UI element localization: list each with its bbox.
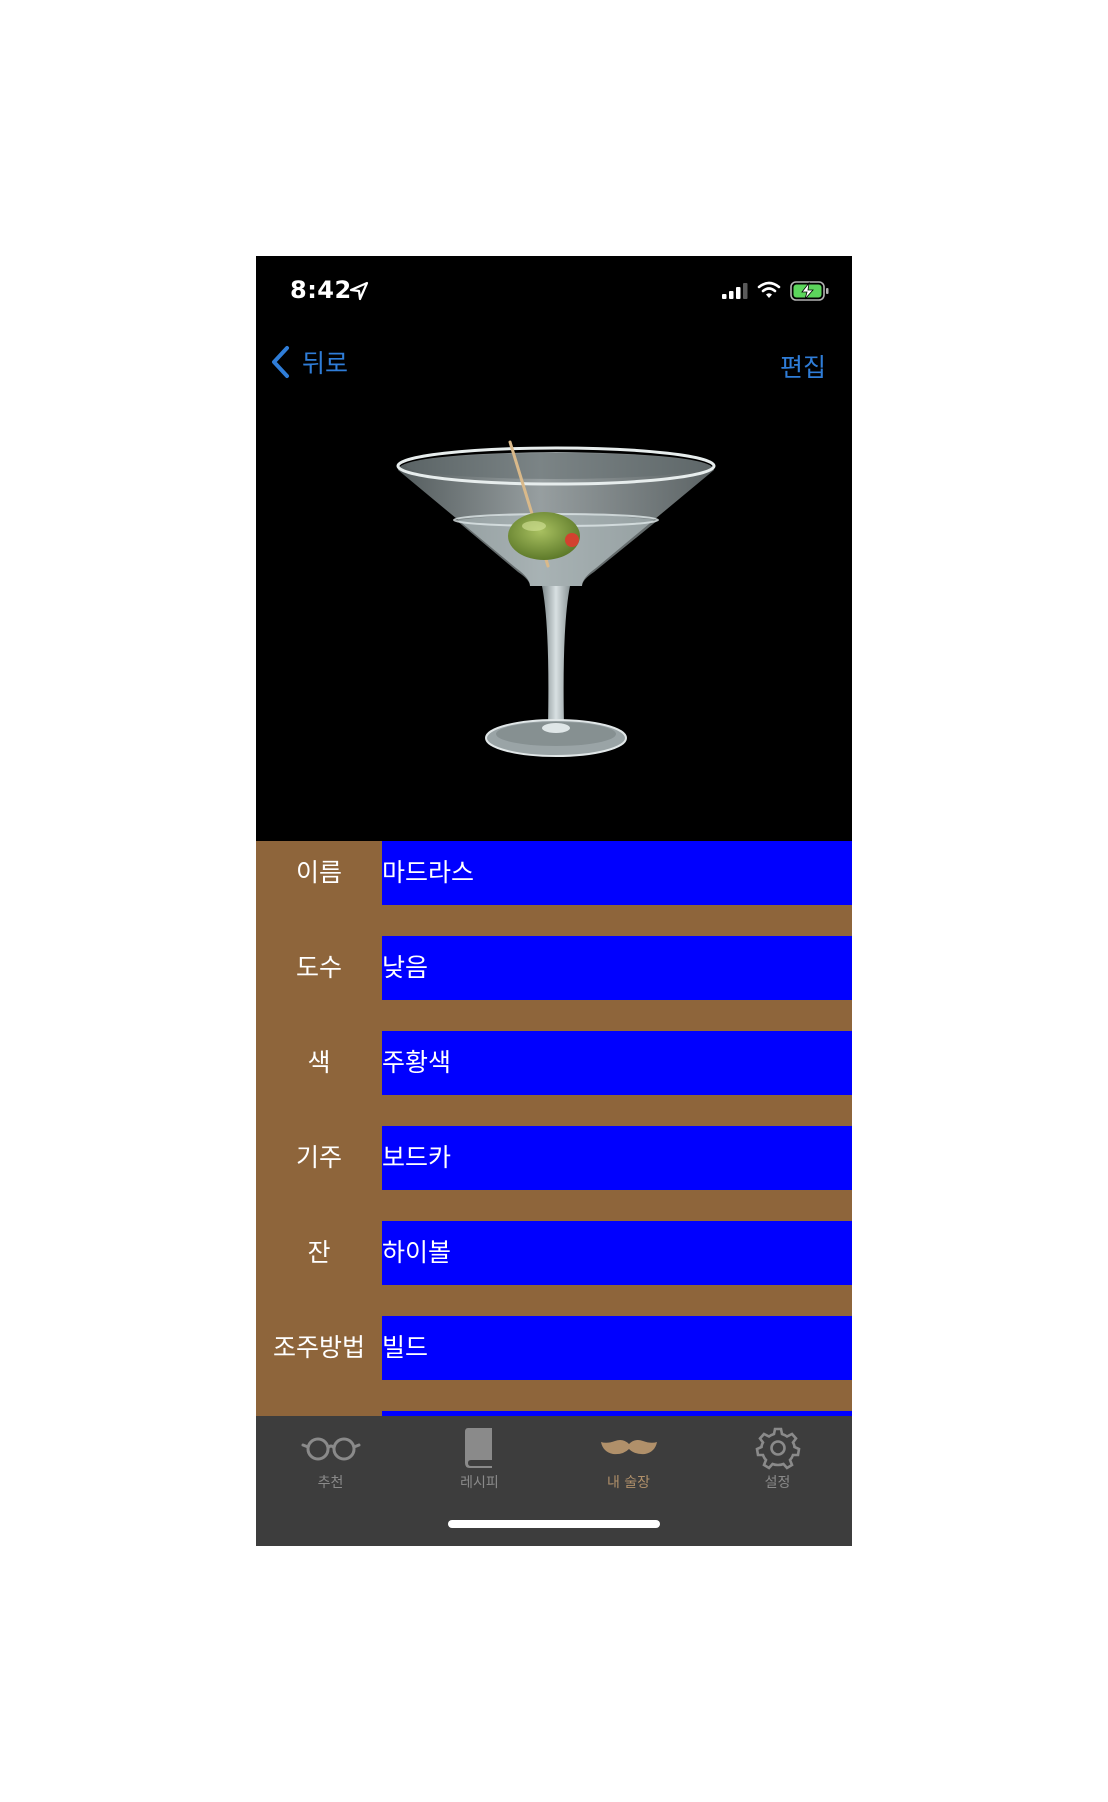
back-button[interactable]: 뒤로: [270, 342, 348, 382]
status-bar: 8:42: [256, 256, 852, 326]
app-screen: 8:42 뒤로 편집 이름 마드라스 도수 낮음 색 주황색 기주 보드카 잔 …: [256, 256, 852, 1546]
tab-label: 추천: [317, 1475, 344, 1491]
detail-value-field[interactable]: 낮음: [382, 936, 852, 1000]
tab-recommend[interactable]: 추천: [256, 1424, 405, 1504]
chevron-left-icon: [272, 346, 289, 378]
cellular-signal-icon: [722, 283, 748, 299]
cocktail-glass-image: [396, 440, 716, 757]
glasses-icon: [301, 1437, 360, 1461]
detail-value-field[interactable]: 마드라스: [382, 841, 852, 905]
detail-row-strength: 도수 낮음: [256, 936, 852, 1000]
detail-value-field[interactable]: 보드카: [382, 1126, 852, 1190]
wifi-icon: [757, 281, 781, 298]
location-arrow-icon: [349, 281, 369, 301]
tab-label: 레시피: [460, 1475, 499, 1491]
detail-label: 기주: [295, 1143, 342, 1172]
detail-label: 조주방법: [272, 1333, 365, 1362]
detail-label: 잔: [307, 1238, 331, 1267]
detail-value-field[interactable]: 빌드: [382, 1316, 852, 1380]
status-time: 8:42: [290, 276, 352, 304]
book-icon: [464, 1428, 492, 1468]
detail-row-method: 조주방법 빌드: [256, 1316, 852, 1380]
back-button-label: 뒤로: [302, 349, 349, 378]
detail-row-name: 이름 마드라스: [256, 841, 852, 905]
tab-label: 설정: [764, 1475, 791, 1491]
detail-value-field[interactable]: 주황색: [382, 1031, 852, 1095]
tab-my-bar[interactable]: 내 술장: [554, 1424, 703, 1504]
tab-label: 내 술장: [606, 1475, 651, 1491]
detail-value-field[interactable]: 하이볼: [382, 1221, 852, 1285]
edit-button[interactable]: 편집: [780, 348, 826, 384]
detail-row-glass: 잔 하이볼: [256, 1221, 852, 1285]
navigation-bar: 뒤로 편집: [256, 326, 852, 396]
cocktail-detail-table: 이름 마드라스 도수 낮음 색 주황색 기주 보드카 잔 하이볼 조주방법 빌드: [256, 841, 852, 1416]
home-indicator[interactable]: [448, 1520, 660, 1528]
tab-recipes[interactable]: 레시피: [405, 1424, 554, 1504]
battery-charging-icon: [790, 281, 829, 301]
gear-icon: [755, 1427, 800, 1470]
detail-row-base-spirit: 기주 보드카: [256, 1126, 852, 1190]
detail-label: 도수: [295, 953, 342, 982]
detail-row-color: 색 주황색: [256, 1031, 852, 1095]
detail-label: 색: [307, 1048, 331, 1077]
detail-label: 이름: [295, 858, 342, 887]
tab-settings[interactable]: 설정: [703, 1424, 852, 1504]
mustache-icon: [600, 1440, 657, 1455]
